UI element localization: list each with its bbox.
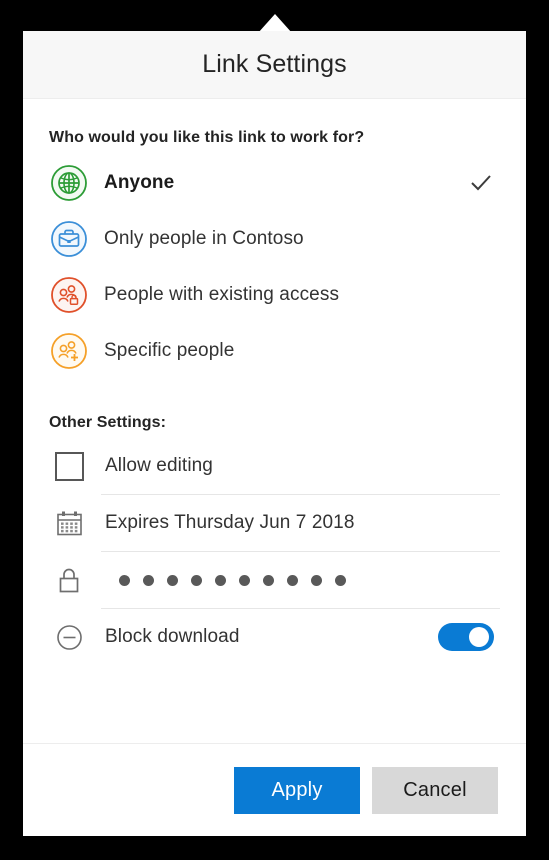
- dialog-footer: Apply Cancel: [23, 743, 526, 836]
- password-dot: [311, 574, 322, 586]
- block-download-field: Block download: [101, 609, 500, 665]
- password-dot: [167, 574, 178, 586]
- password-dot: [239, 574, 250, 586]
- minus-circle-icon: [49, 624, 89, 651]
- people-add-icon: [50, 332, 88, 370]
- globe-icon: [50, 164, 88, 202]
- password-dot: [263, 574, 274, 586]
- password-dot: [143, 574, 154, 586]
- lock-icon: [49, 566, 89, 596]
- allow-editing-label: Allow editing: [105, 455, 213, 476]
- setting-row-block-download[interactable]: Block download: [49, 609, 500, 665]
- toggle-knob: [469, 627, 489, 647]
- password-dot: [287, 574, 298, 586]
- calendar-icon: [49, 510, 89, 537]
- option-row-specific-people[interactable]: Specific people: [49, 323, 500, 379]
- password-field[interactable]: [101, 552, 500, 609]
- password-dot: [191, 574, 202, 586]
- selected-check-icon: [468, 170, 494, 196]
- cancel-button[interactable]: Cancel: [372, 766, 498, 814]
- option-label-only-people-in-contoso: Only people in Contoso: [104, 228, 304, 249]
- expiry-field[interactable]: Expires Thursday Jun 7 2018: [101, 495, 500, 552]
- briefcase-icon: [50, 220, 88, 258]
- screen-background: Link Settings Who would you like this li…: [0, 0, 549, 860]
- expiry-label: Expires Thursday Jun 7 2018: [105, 512, 355, 533]
- allow-editing-field: Allow editing: [101, 438, 500, 495]
- audience-option-list: Anyone Only people in Contoso People wit…: [49, 155, 500, 379]
- password-dot: [335, 574, 346, 586]
- option-row-only-people-in-contoso[interactable]: Only people in Contoso: [49, 211, 500, 267]
- password-masked-value: [105, 574, 346, 586]
- block-download-label: Block download: [105, 626, 240, 647]
- dialog-header: Link Settings: [23, 31, 526, 99]
- checkbox-icon[interactable]: [49, 452, 89, 481]
- dialog-body: Who would you like this link to work for…: [23, 99, 526, 743]
- allow-editing-checkbox[interactable]: [54, 452, 84, 481]
- password-dot: [215, 574, 226, 586]
- apply-button[interactable]: Apply: [234, 766, 360, 814]
- setting-row-expiry[interactable]: Expires Thursday Jun 7 2018: [49, 495, 500, 552]
- setting-row-allow-editing[interactable]: Allow editing: [49, 438, 500, 495]
- option-row-anyone[interactable]: Anyone: [49, 155, 500, 211]
- option-row-people-with-existing-access[interactable]: People with existing access: [49, 267, 500, 323]
- block-download-toggle[interactable]: [438, 623, 494, 651]
- option-label-people-with-existing-access: People with existing access: [104, 284, 340, 305]
- setting-row-password[interactable]: [49, 552, 500, 609]
- other-settings-label: Other Settings:: [49, 414, 167, 431]
- people-lock-icon: [50, 276, 88, 314]
- link-settings-dialog: Link Settings Who would you like this li…: [23, 31, 526, 836]
- password-dot: [119, 574, 130, 586]
- option-label-specific-people: Specific people: [104, 340, 235, 361]
- option-label-anyone: Anyone: [104, 172, 175, 193]
- page-title: Link Settings: [202, 50, 347, 78]
- audience-question-label: Who would you like this link to work for…: [49, 129, 365, 146]
